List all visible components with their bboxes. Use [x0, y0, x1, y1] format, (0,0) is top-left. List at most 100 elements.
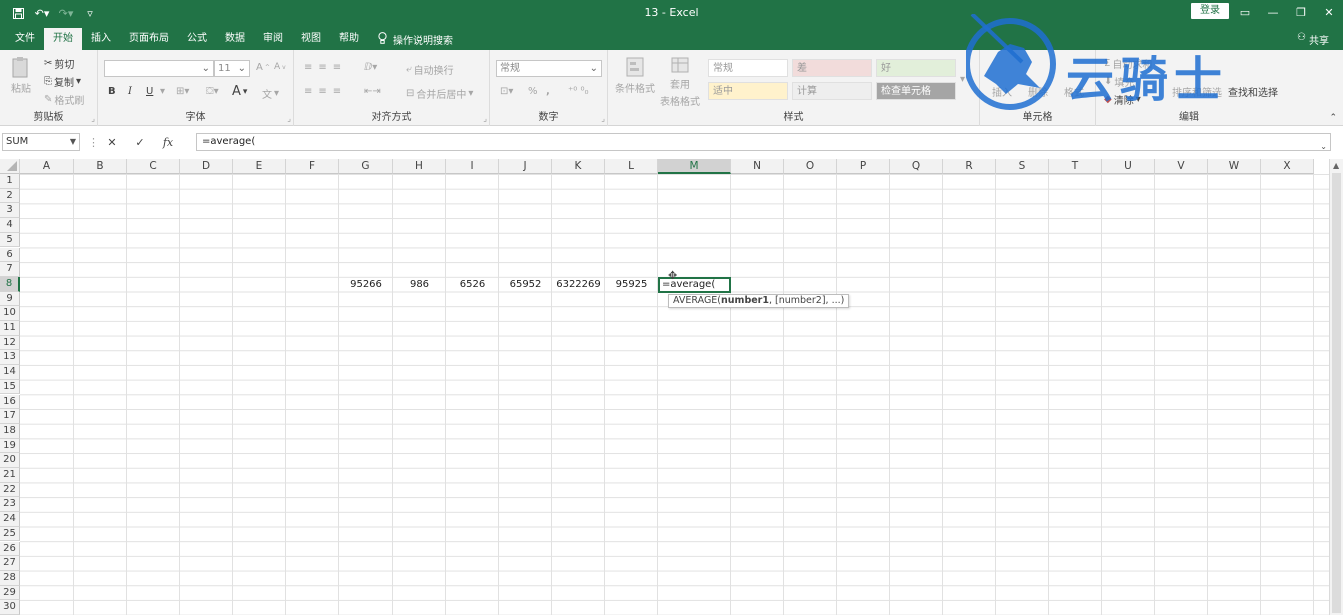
row-header-7[interactable]: 7: [0, 262, 20, 277]
font-size-combo[interactable]: 11 ⌄: [214, 60, 250, 77]
column-header-m[interactable]: M: [658, 159, 731, 174]
column-header-o[interactable]: O: [784, 159, 837, 174]
column-header-p[interactable]: P: [837, 159, 890, 174]
row-header-8[interactable]: 8: [0, 276, 20, 292]
style-bad[interactable]: 差: [792, 59, 872, 77]
row-header-11[interactable]: 11: [0, 321, 20, 336]
tab-page-layout[interactable]: 页面布局: [120, 28, 178, 50]
column-header-k[interactable]: K: [552, 159, 605, 174]
cell-l8[interactable]: 95925: [605, 278, 658, 292]
tab-formulas[interactable]: 公式: [178, 28, 216, 50]
row-header-30[interactable]: 30: [0, 600, 20, 615]
format-painter-button[interactable]: ✎ 格式刷: [44, 92, 84, 107]
orientation-icon[interactable]: ⅅ▾: [364, 62, 377, 73]
tab-help[interactable]: 帮助: [330, 28, 368, 50]
row-header-13[interactable]: 13: [0, 350, 20, 366]
column-header-u[interactable]: U: [1102, 159, 1155, 174]
insert-cells-button[interactable]: 插入: [992, 84, 1012, 99]
row-header-5[interactable]: 5: [0, 232, 20, 248]
cancel-entry-button[interactable]: ✕: [98, 136, 126, 149]
tell-me-search[interactable]: 操作说明搜索: [368, 28, 453, 50]
row-header-14[interactable]: 14: [0, 365, 20, 380]
row-header-17[interactable]: 17: [0, 409, 20, 424]
autosum-button[interactable]: Σ 自动求和: [1104, 56, 1152, 71]
style-normal[interactable]: 常规: [708, 59, 788, 77]
font-name-combo[interactable]: ⌄: [104, 60, 214, 77]
percent-button[interactable]: %: [528, 86, 538, 97]
row-header-20[interactable]: 20: [0, 453, 20, 468]
decimal-icons[interactable]: ⁺⁰ ⁰₀: [568, 86, 588, 97]
style-neutral[interactable]: 适中: [708, 82, 788, 100]
column-header-a[interactable]: A: [20, 159, 74, 174]
grow-font-button[interactable]: A ^: [256, 62, 270, 73]
paste-button[interactable]: 粘贴: [10, 56, 32, 95]
number-format-combo[interactable]: 常规 ⌄: [496, 60, 602, 77]
tab-home[interactable]: 开始: [44, 28, 82, 50]
find-select-button[interactable]: 查找和选择: [1228, 84, 1278, 99]
row-header-29[interactable]: 29: [0, 585, 20, 601]
worksheet-grid[interactable]: ABCDEFGHIJKLMNOPQRSTUVWX 1 2 3 4 5 6 7 8 9 10 11 12…: [0, 159, 1329, 615]
confirm-entry-button[interactable]: ✓: [126, 136, 154, 149]
row-header-19[interactable]: 19: [0, 438, 20, 454]
cell-k8[interactable]: 6322269: [552, 278, 605, 292]
italic-button[interactable]: I: [128, 86, 132, 97]
cell-j8[interactable]: 65952: [499, 278, 552, 292]
column-header-g[interactable]: G: [339, 159, 393, 174]
dialog-launcher-icon[interactable]: ⌟: [483, 114, 487, 123]
scroll-thumb[interactable]: [1332, 173, 1341, 613]
phonetic-button[interactable]: 文 ▾: [262, 86, 279, 101]
style-calculation[interactable]: 计算: [792, 82, 872, 100]
cut-button[interactable]: ✂ 剪切: [44, 56, 74, 71]
row-header-6[interactable]: 6: [0, 247, 20, 263]
column-header-n[interactable]: N: [731, 159, 784, 174]
vertical-scrollbar[interactable]: ▲: [1329, 159, 1343, 615]
column-header-r[interactable]: R: [943, 159, 996, 174]
column-header-l[interactable]: L: [605, 159, 658, 174]
column-header-f[interactable]: F: [286, 159, 339, 174]
delete-cells-button[interactable]: 删除: [1028, 84, 1048, 99]
column-header-e[interactable]: E: [233, 159, 286, 174]
cell-area[interactable]: [20, 174, 1329, 615]
sort-filter-button[interactable]: 排序和筛选: [1172, 84, 1222, 99]
indent-icons[interactable]: ⇤⇥: [364, 86, 381, 97]
row-header-1[interactable]: 1: [0, 174, 20, 189]
row-header-26[interactable]: 26: [0, 541, 20, 557]
ribbon-display-icon[interactable]: ▭: [1231, 0, 1259, 24]
close-icon[interactable]: ✕: [1315, 0, 1343, 24]
vertical-align-icons[interactable]: ≡≡≡: [304, 62, 347, 73]
column-header-v[interactable]: V: [1155, 159, 1208, 174]
row-header-25[interactable]: 25: [0, 526, 20, 542]
name-box[interactable]: SUM ▼: [2, 133, 80, 151]
insert-function-button[interactable]: fx: [154, 136, 182, 149]
row-header-21[interactable]: 21: [0, 468, 20, 483]
row-header-28[interactable]: 28: [0, 570, 20, 586]
tab-data[interactable]: 数据: [216, 28, 254, 50]
row-header-18[interactable]: 18: [0, 423, 20, 439]
column-header-s[interactable]: S: [996, 159, 1049, 174]
expand-formula-icon[interactable]: ⌄: [1320, 139, 1327, 155]
row-header-15[interactable]: 15: [0, 379, 20, 395]
borders-icon[interactable]: ⊞▾: [176, 86, 189, 97]
column-header-q[interactable]: Q: [890, 159, 943, 174]
comma-button[interactable]: ,: [546, 86, 550, 97]
dialog-launcher-icon[interactable]: ⌟: [287, 114, 291, 123]
collapse-ribbon-icon[interactable]: ⌃: [1329, 113, 1337, 123]
restore-icon[interactable]: ❐: [1287, 0, 1315, 24]
column-header-c[interactable]: C: [127, 159, 180, 174]
font-color-button[interactable]: A ▾: [232, 84, 247, 99]
dialog-launcher-icon[interactable]: ⌟: [601, 114, 605, 123]
share-button[interactable]: ⚇ 共享: [1297, 32, 1329, 47]
column-header-w[interactable]: W: [1208, 159, 1261, 174]
column-header-j[interactable]: J: [499, 159, 552, 174]
row-header-3[interactable]: 3: [0, 203, 20, 219]
minimize-icon[interactable]: —: [1259, 0, 1287, 24]
tab-file[interactable]: 文件: [6, 28, 44, 50]
cell-g8[interactable]: 95266: [339, 278, 393, 292]
column-header-t[interactable]: T: [1049, 159, 1102, 174]
tab-view[interactable]: 视图: [292, 28, 330, 50]
underline-button[interactable]: U: [146, 86, 153, 97]
column-header-b[interactable]: B: [74, 159, 127, 174]
row-header-24[interactable]: 24: [0, 512, 20, 527]
style-check-cell[interactable]: 检查单元格: [876, 82, 956, 100]
row-header-16[interactable]: 16: [0, 394, 20, 410]
